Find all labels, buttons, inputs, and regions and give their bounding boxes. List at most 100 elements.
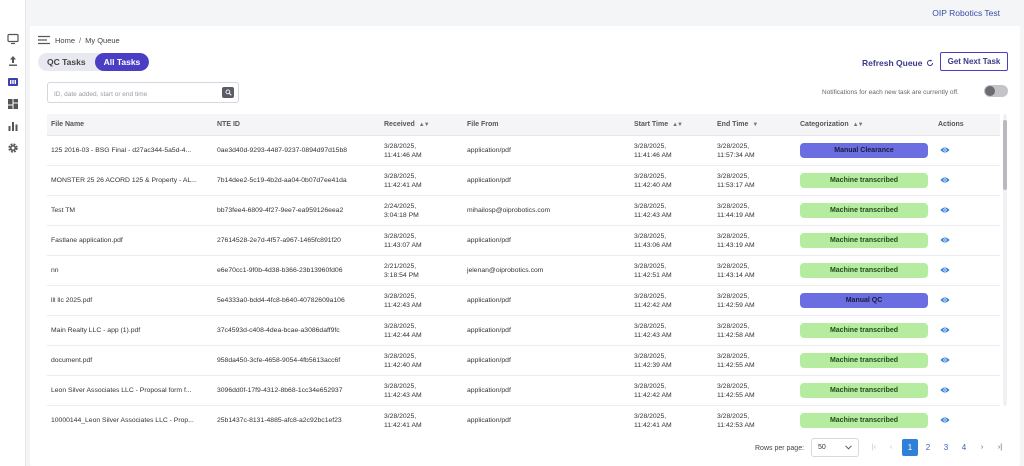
cell-end-stack: 3/28/2025, 11:57:34 AM [717, 142, 755, 160]
upload-icon[interactable] [6, 54, 20, 68]
cell-start-stack: 3/28/2025, 11:42:41 AM [634, 412, 672, 430]
cell-received: 3/28/2025, 11:42:41 AM [384, 166, 422, 196]
table-row[interactable]: 125 2016-03 - BSG Final - d27ac344-5a5d-… [47, 136, 1000, 166]
cell-received-time: 11:42:41 AM [384, 182, 422, 189]
search-button[interactable] [222, 87, 234, 98]
page-button-4[interactable]: 4 [956, 439, 972, 456]
column-label: File Name [51, 121, 85, 128]
organization-name[interactable]: OIP Robotics Test [932, 8, 1000, 18]
column-header-nte-id: NTE ID [217, 114, 240, 136]
last-page-button[interactable]: ›| [992, 439, 1008, 456]
cell-end: 3/28/2025, 11:43:14 AM [717, 256, 755, 286]
table-row[interactable]: document.pdf 958da450-3cfe-4658-9054-4fb5… [47, 346, 1000, 376]
view-eye-icon[interactable] [940, 146, 950, 154]
refresh-queue-button[interactable]: Refresh Queue [862, 58, 934, 68]
table-row[interactable]: Leon Silver Associates LLC - Proposal fo… [47, 376, 1000, 406]
cell-end: 3/28/2025, 11:42:59 AM [717, 286, 755, 316]
cell-file-name: 125 2016-03 - BSG Final - d27ac344-5a5d-… [51, 147, 192, 155]
view-eye-icon[interactable] [940, 386, 950, 394]
cell-start-stack: 3/28/2025, 11:43:06 AM [634, 232, 672, 250]
view-eye-icon[interactable] [940, 176, 950, 184]
sort-icon[interactable]: ▲▼ [853, 114, 864, 136]
notification-toggle[interactable] [984, 85, 1008, 97]
page-button-1[interactable]: 1 [902, 439, 918, 456]
view-eye-icon[interactable] [940, 326, 950, 334]
queue-icon[interactable] [6, 75, 20, 89]
cell-end-stack: 3/28/2025, 11:53:17 AM [717, 172, 755, 190]
tab-all-tasks[interactable]: All Tasks [94, 53, 150, 71]
view-eye-icon[interactable] [940, 206, 950, 214]
cell-received: 3/28/2025, 11:42:41 AM [384, 406, 422, 434]
cell-end-date: 3/28/2025, [717, 292, 750, 300]
view-eye-icon[interactable] [940, 236, 950, 244]
tab-qc-tasks[interactable]: QC Tasks [38, 53, 95, 71]
bar-chart-icon[interactable] [6, 119, 20, 133]
cell-received: 3/28/2025, 11:41:46 AM [384, 136, 422, 166]
scrollbar-thumb[interactable] [1003, 120, 1007, 190]
search-input[interactable] [48, 85, 213, 104]
cell-end-time: 11:42:55 AM [717, 392, 755, 399]
cell-end-stack: 3/28/2025, 11:42:58 AM [717, 322, 755, 340]
column-header-start-time[interactable]: Start Time ▲▼ [634, 114, 683, 136]
cell-end: 3/28/2025, 11:42:55 AM [717, 346, 755, 376]
page-button-2[interactable]: 2 [920, 439, 936, 456]
cell-file-from: application/pdf [467, 357, 511, 365]
cell-end-date: 3/28/2025, [717, 232, 750, 240]
breadcrumb-home[interactable]: Home [55, 36, 75, 45]
column-header-categorization[interactable]: Categorization ▲▼ [800, 114, 864, 136]
top-bar: OIP Robotics Test [26, 0, 1024, 26]
column-label: NTE ID [217, 121, 240, 128]
cell-end-date: 3/28/2025, [717, 322, 750, 330]
table-row[interactable]: MONSTER 25 26 ACORD 125 & Property - AL.… [47, 166, 1000, 196]
cell-file-from: application/pdf [467, 237, 511, 245]
table-row[interactable]: Fastlane application.pdf 27614528-2e7d-4f… [47, 226, 1000, 256]
view-eye-icon[interactable] [940, 356, 950, 364]
cell-start-date: 3/28/2025, [634, 382, 667, 390]
cell-start-time: 11:42:43 AM [634, 212, 672, 219]
cell-received-stack: 3/28/2025, 11:42:40 AM [384, 352, 422, 370]
table-row[interactable]: nn e6e70cc1-9f0b-4d38-b366-23b13960fd06 2/… [47, 256, 1000, 286]
view-eye-icon[interactable] [940, 266, 950, 274]
menu-toggle-icon[interactable] [38, 35, 50, 45]
first-page-button[interactable]: |‹ [866, 439, 882, 456]
cell-end-time: 11:42:53 AM [717, 422, 755, 429]
sort-desc-icon[interactable]: ▼ [752, 114, 758, 136]
table-row[interactable]: Main Realty LLC - app (1).pdf 37c4593d-c4… [47, 316, 1000, 346]
column-header-end-time[interactable]: End Time ▼ [717, 114, 758, 136]
cell-start-stack: 3/28/2025, 11:42:51 AM [634, 262, 672, 280]
dashboard-icon[interactable] [6, 97, 20, 111]
tasks-table: File Name NTE ID Received ▲▼ File From St… [47, 114, 1007, 434]
monitor-icon[interactable] [6, 32, 20, 46]
cell-received-stack: 3/28/2025, 11:42:43 AM [384, 292, 422, 310]
cell-nte-id: 0ae3d40d-9293-4487-9237-0894d97d15b8 [217, 147, 348, 155]
cell-file-name: Fastlane application.pdf [51, 237, 123, 245]
view-eye-icon[interactable] [940, 416, 950, 424]
sort-icon[interactable]: ▲▼ [672, 114, 683, 136]
cell-end-date: 3/28/2025, [717, 142, 750, 150]
page-button-3[interactable]: 3 [938, 439, 954, 456]
cell-end-time: 11:43:19 AM [717, 242, 755, 249]
cell-nte-id: 37c4593d-c408-4dea-bcae-a3086daff9fc [217, 327, 340, 335]
cell-file-name: Main Realty LLC - app (1).pdf [51, 327, 141, 335]
view-eye-icon[interactable] [940, 296, 950, 304]
cell-received-time: 3:18:54 PM [384, 272, 419, 279]
rows-per-page-select[interactable]: 50 [811, 438, 859, 457]
table-row[interactable]: Test TM bb73fee4-6809-4f27-9ee7-ea959126e… [47, 196, 1000, 226]
notification-status-text: Notifications for each new task are curr… [822, 89, 959, 96]
table-row[interactable]: 10000144_Leon Silver Associates LLC - Pr… [47, 406, 1000, 434]
table-scrollbar[interactable] [1003, 114, 1007, 406]
prev-page-button[interactable]: ‹ [883, 439, 899, 456]
table-row[interactable]: lll llc 2025.pdf 5e4333a0-bdd4-4fc8-b640-… [47, 286, 1000, 316]
cell-start-date: 3/28/2025, [634, 322, 667, 330]
cell-file-name: document.pdf [51, 357, 93, 365]
column-header-received[interactable]: Received ▲▼ [384, 114, 430, 136]
categorization-badge: Machine transcribed [800, 323, 928, 338]
cell-file-from: jelenan@oiprobotics.com [467, 267, 544, 275]
cell-end-date: 3/28/2025, [717, 412, 750, 420]
cell-start-time: 11:43:06 AM [634, 242, 672, 249]
gear-icon[interactable] [6, 141, 20, 155]
cell-start-stack: 3/28/2025, 11:41:46 AM [634, 142, 672, 160]
get-next-task-button[interactable]: Get Next Task [940, 52, 1008, 71]
sort-icon[interactable]: ▲▼ [419, 114, 430, 136]
next-page-button[interactable]: › [974, 439, 990, 456]
